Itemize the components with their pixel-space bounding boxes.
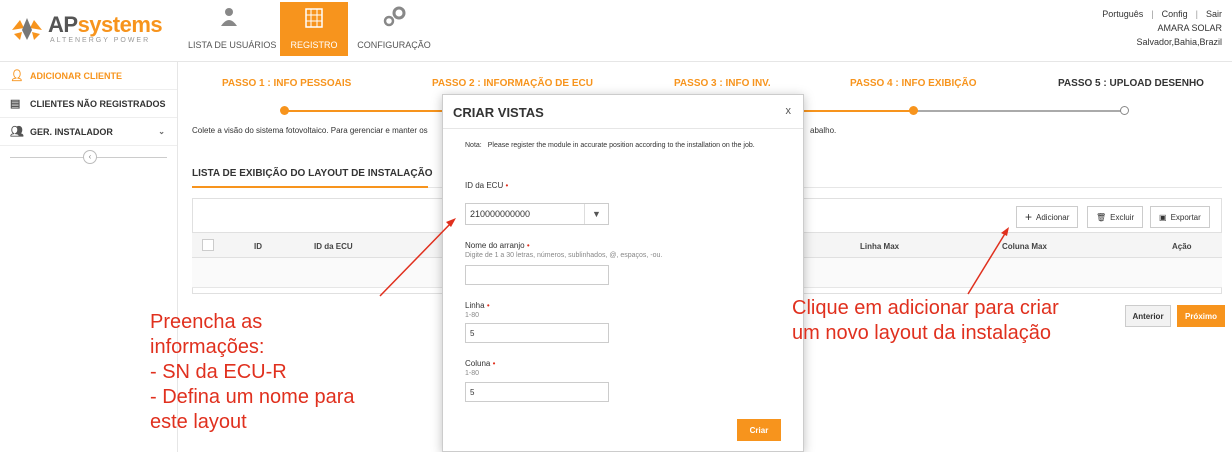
- annotation-line: - SN da ECU-R: [150, 361, 287, 383]
- arrowhead-right: [1001, 227, 1009, 236]
- annotation-line: um novo layout da instalação: [792, 322, 1052, 344]
- annotation-arrow-left: [379, 221, 453, 297]
- annotation-line: - Defina um nome para: [150, 386, 355, 408]
- annotation-arrow-right: [967, 231, 1007, 295]
- annotation-line: Clique em adicionar para criar: [792, 297, 1059, 319]
- annotation-line: Preencha as: [150, 311, 263, 333]
- annotation-line: este layout: [150, 411, 247, 433]
- annotation-line: informações:: [150, 336, 265, 358]
- annotation-right: Clique em adicionar para criar um novo l…: [792, 296, 1059, 346]
- annotation-left: Preencha as informações: - SN da ECU-R -…: [150, 310, 355, 435]
